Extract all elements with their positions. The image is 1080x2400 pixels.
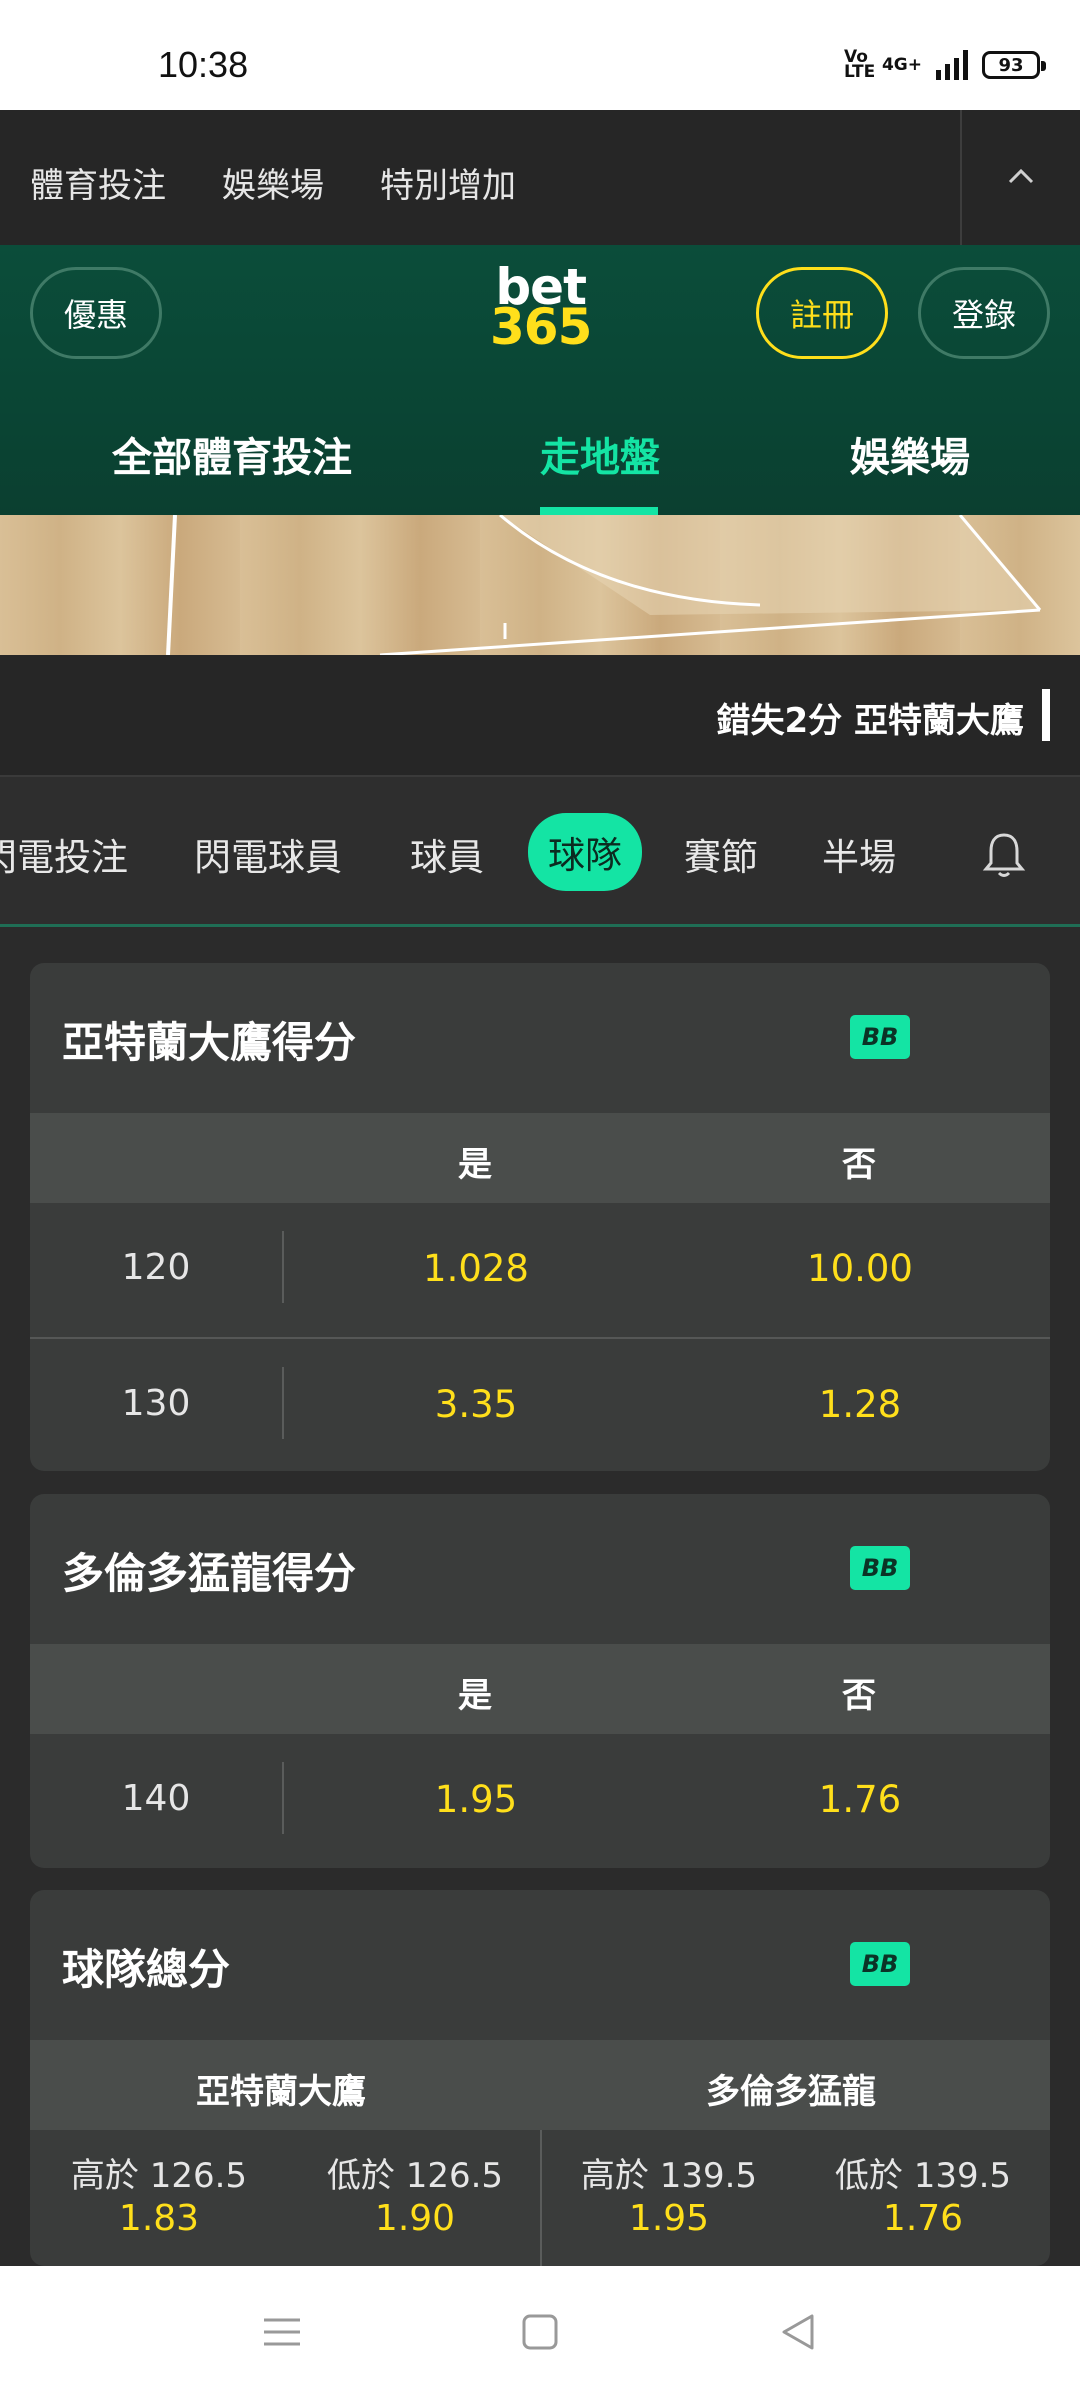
bell-icon[interactable] <box>982 831 1026 879</box>
tab-all-sports[interactable]: 全部體育投注 <box>112 425 352 483</box>
promotions-button[interactable]: 優惠 <box>30 267 162 359</box>
tab-players[interactable]: 球員 <box>410 827 484 881</box>
battery-icon: 93 <box>982 51 1046 79</box>
odds-under-toronto[interactable]: 1.76 <box>808 2198 1038 2239</box>
tab-in-play[interactable]: 走地盤 <box>540 425 660 483</box>
topnav-item-sports[interactable]: 體育投注 <box>30 158 166 207</box>
menu-icon[interactable] <box>262 2312 302 2352</box>
tab-flash-bets[interactable]: 閃電投注 <box>0 827 128 881</box>
table-row: 120 1.028 10.00 <box>30 1203 1050 1337</box>
row-line: 140 <box>121 1778 191 1819</box>
team-divider <box>540 2130 542 2266</box>
market-card-team-totals: 球隊總分 BB 亞特蘭大鷹 多倫多猛龍 高於 126.5 1.83 低於 126… <box>30 1890 1050 2266</box>
table-row: 130 3.35 1.28 <box>30 1337 1050 1471</box>
column-team-atlanta: 亞特蘭大鷹 <box>196 2072 366 2112</box>
column-header: 是 否 <box>30 1113 1050 1203</box>
row-line: 120 <box>121 1247 191 1288</box>
active-tab-indicator <box>540 507 658 515</box>
court-lines-graphic <box>166 515 1042 655</box>
odds-yes[interactable]: 1.95 <box>376 1778 576 1821</box>
top-category-nav: 體育投注 娛樂場 特別增加 <box>0 110 1080 245</box>
volte-icon: Vo LTE <box>843 47 876 82</box>
odds-over-toronto[interactable]: 1.95 <box>554 2198 784 2239</box>
register-button[interactable]: 註冊 <box>756 267 888 359</box>
tab-quarters[interactable]: 賽節 <box>684 827 758 881</box>
topnav-item-specials[interactable]: 特別增加 <box>380 158 516 207</box>
column-team-toronto: 多倫多猛龍 <box>706 2072 876 2112</box>
column-yes: 是 <box>458 1676 492 1716</box>
row-divider <box>282 1762 284 1834</box>
status-icons: Vo LTE 4G+ 93 <box>843 47 1046 82</box>
ticker-team-marker <box>1042 689 1050 741</box>
column-header: 亞特蘭大鷹 多倫多猛龍 <box>30 2040 1050 2130</box>
tab-flash-players[interactable]: 閃電球員 <box>194 827 342 881</box>
tab-halves[interactable]: 半場 <box>822 827 896 881</box>
market-label-over-toronto: 高於 139.5 <box>580 2156 758 2196</box>
odds-under-atlanta[interactable]: 1.90 <box>300 2198 530 2239</box>
row-line: 130 <box>121 1383 191 1424</box>
card-title: 亞特蘭大鷹得分 <box>62 1018 357 1067</box>
market-label-under-toronto: 低於 139.5 <box>834 2156 1012 2196</box>
row-divider <box>282 1231 284 1303</box>
odds-no[interactable]: 1.76 <box>760 1778 960 1821</box>
table-row: 140 1.95 1.76 <box>30 1734 1050 1868</box>
market-card-atlanta-points: 亞特蘭大鷹得分 BB 是 否 120 1.028 10.00 130 3.35 … <box>30 963 1050 1471</box>
status-bar: 10:38 Vo LTE 4G+ 93 <box>0 0 1080 110</box>
network-type-icon: 4G+ <box>881 55 922 75</box>
column-no: 否 <box>842 1676 876 1716</box>
card-title: 球隊總分 <box>62 1945 231 1994</box>
live-event-ticker: 錯失2分 亞特蘭大鷹 <box>0 655 1080 775</box>
odds-yes[interactable]: 3.35 <box>376 1383 576 1426</box>
login-button[interactable]: 登錄 <box>918 267 1050 359</box>
market-label-under-atlanta: 低於 126.5 <box>326 2156 504 2196</box>
bet-builder-badge[interactable]: BB <box>850 1942 910 1986</box>
battery-level: 93 <box>998 54 1024 76</box>
card-title: 多倫多猛龍得分 <box>62 1549 357 1598</box>
status-time: 10:38 <box>158 44 249 85</box>
odds-over-atlanta[interactable]: 1.83 <box>44 2198 274 2239</box>
column-header: 是 否 <box>30 1644 1050 1734</box>
bet-builder-badge[interactable]: BB <box>850 1015 910 1059</box>
topnav-item-casino[interactable]: 娛樂場 <box>222 158 324 207</box>
odds-no[interactable]: 1.28 <box>760 1383 960 1426</box>
row-divider <box>282 1367 284 1439</box>
bet-builder-badge[interactable]: BB <box>850 1546 910 1590</box>
tab-casino[interactable]: 娛樂場 <box>850 425 970 483</box>
site-header: 優惠 bet 365 註冊 登錄 全部體育投注 走地盤 娛樂場 <box>0 245 1080 515</box>
home-icon[interactable] <box>520 2312 560 2352</box>
topnav-divider <box>960 110 962 245</box>
ticker-text: 錯失2分 亞特蘭大鷹 <box>716 701 1025 741</box>
bet365-logo[interactable]: bet 365 <box>490 262 592 356</box>
signal-icon <box>936 50 968 80</box>
odds-yes[interactable]: 1.028 <box>376 1247 576 1290</box>
chevron-up-icon[interactable] <box>1006 162 1036 192</box>
system-nav-bar <box>0 2266 1080 2400</box>
odds-no[interactable]: 10.00 <box>760 1247 960 1290</box>
back-icon[interactable] <box>778 2312 818 2352</box>
column-no: 否 <box>842 1145 876 1185</box>
logo-text-365: 365 <box>490 298 592 356</box>
market-tabs: 閃電投注 閃電球員 球員 球隊 賽節 半場 <box>0 775 1080 927</box>
court-banner <box>0 515 1080 655</box>
market-card-toronto-points: 多倫多猛龍得分 BB 是 否 140 1.95 1.76 <box>30 1494 1050 1868</box>
market-label-over-atlanta: 高於 126.5 <box>70 2156 248 2196</box>
column-yes: 是 <box>458 1145 492 1185</box>
tab-teams[interactable]: 球隊 <box>528 813 642 891</box>
